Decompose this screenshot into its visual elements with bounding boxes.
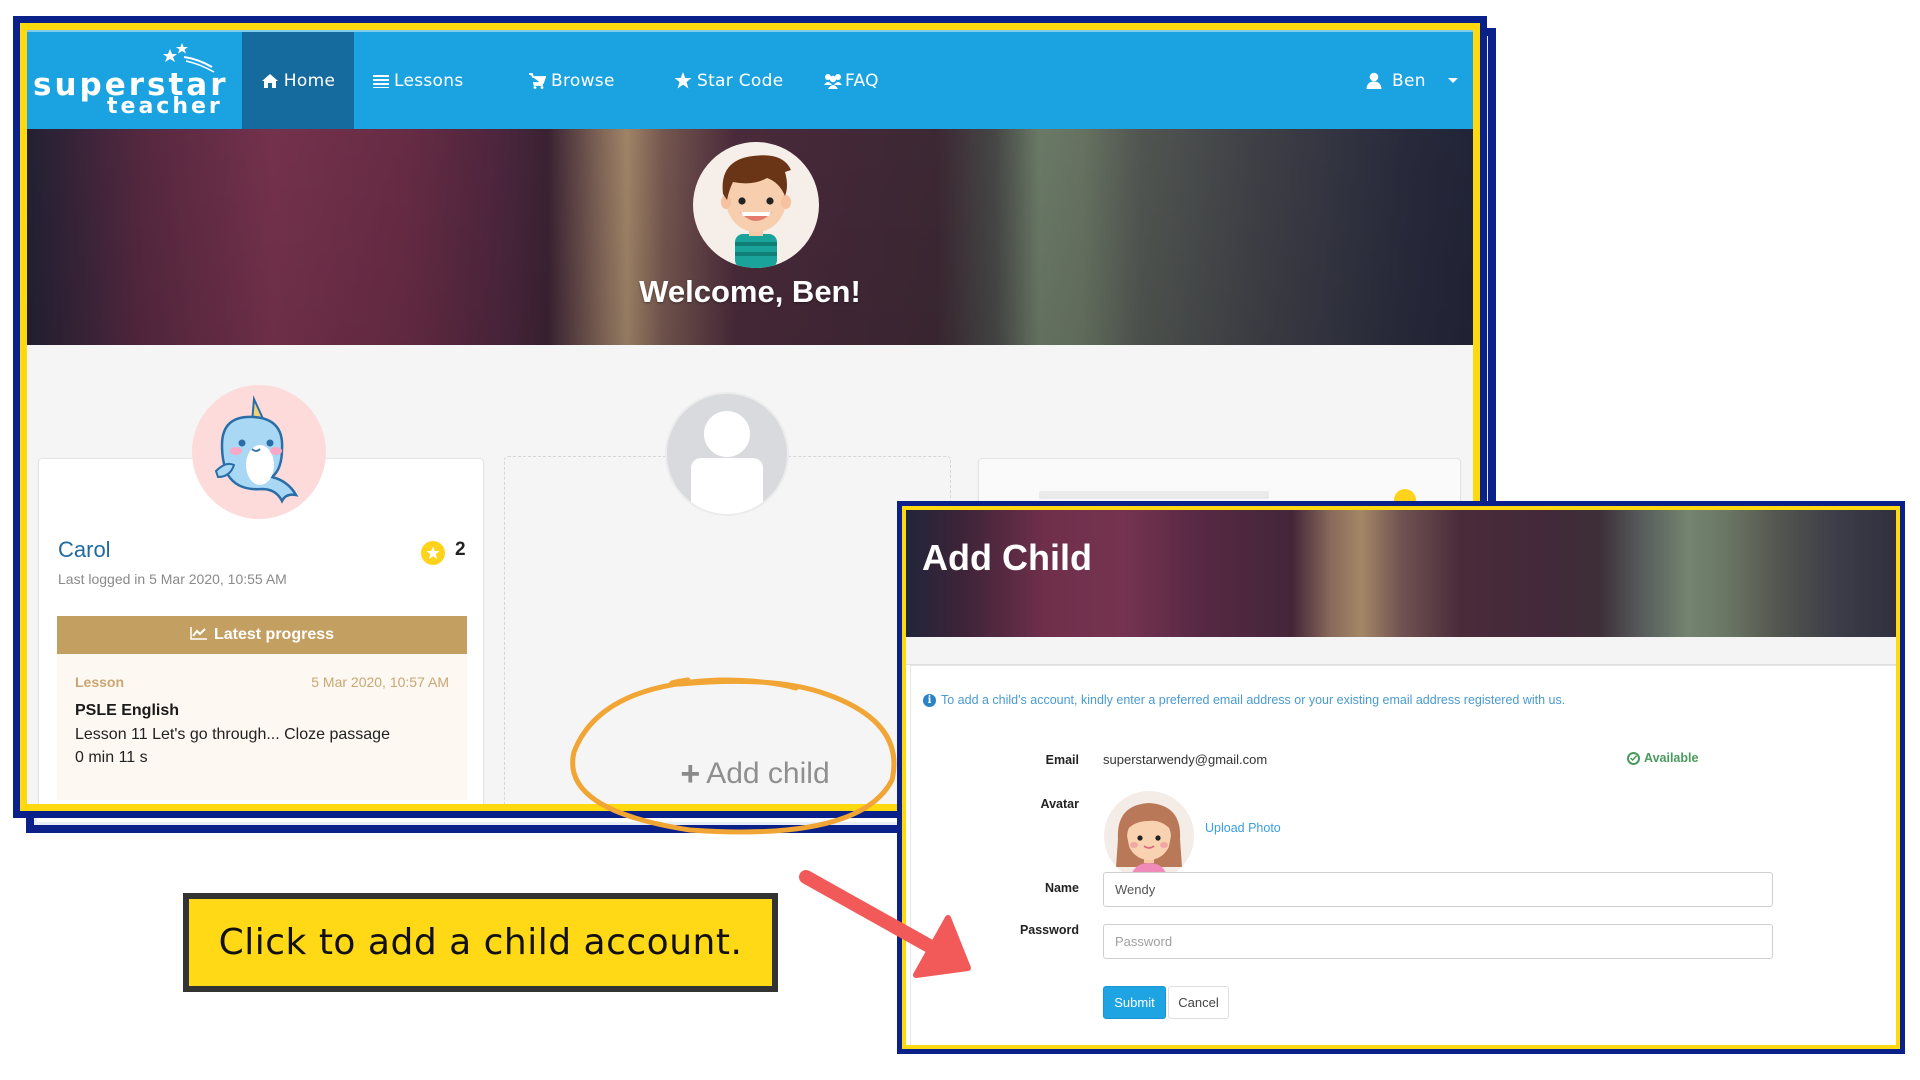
info-message: i To add a child's account, kindly enter… <box>923 693 1565 707</box>
progress-course: PSLE English <box>75 702 180 719</box>
list-icon <box>373 74 389 88</box>
star-coin-icon <box>421 541 445 565</box>
nav-star-code-label: Star Code <box>697 70 784 91</box>
child-avatar-narwhal[interactable] <box>192 385 326 519</box>
avatar-label: Avatar <box>1040 797 1079 811</box>
cancel-button[interactable]: Cancel <box>1168 986 1229 1019</box>
top-navbar: superstar teacher Home Lessons Browse St… <box>27 30 1473 129</box>
chart-line-icon <box>190 626 208 645</box>
latest-progress-header: Latest progress <box>57 616 467 654</box>
chevron-down-icon <box>1447 78 1458 83</box>
email-label: Email <box>1045 753 1079 767</box>
user-icon <box>1366 72 1382 89</box>
nav-faq-label: FAQ <box>845 70 879 91</box>
placeholder-avatar <box>665 392 789 516</box>
add-child-button[interactable]: + Add child <box>655 754 855 794</box>
modal-title: Add Child <box>922 537 1092 578</box>
nav-browse-label: Browse <box>551 70 615 91</box>
nav-home-label: Home <box>283 70 336 91</box>
welcome-banner: Welcome, Ben! <box>27 129 1473 345</box>
password-input[interactable] <box>1103 924 1773 959</box>
add-child-label: Add child <box>706 757 830 790</box>
star-count: 2 <box>455 539 466 560</box>
add-child-form: i To add a child's account, kindly enter… <box>910 665 1896 1045</box>
email-value: superstarwendy@gmail.com <box>1103 752 1268 767</box>
logo-text-teacher: teacher <box>107 94 223 119</box>
info-icon: i <box>923 693 936 707</box>
superstar-teacher-logo[interactable]: superstar teacher <box>27 32 242 129</box>
nav-faq[interactable]: FAQ <box>823 32 879 129</box>
nav-lessons-label: Lessons <box>394 70 464 91</box>
arrow-annotation <box>799 870 971 978</box>
progress-date: 5 Mar 2020, 10:57 AM <box>311 674 449 690</box>
info-text: To add a child's account, kindly enter a… <box>941 693 1566 707</box>
plus-icon: + <box>680 755 701 793</box>
name-input[interactable] <box>1103 872 1773 907</box>
user-name: Ben <box>1392 70 1426 91</box>
progress-time-spent: 0 min 11 s <box>75 749 148 766</box>
nav-star-code[interactable]: Star Code <box>674 32 784 129</box>
progress-type: Lesson <box>75 674 125 690</box>
modal-banner: Add Child <box>906 510 1896 637</box>
progress-lesson: Lesson 11 Let's go through... Cloze pass… <box>75 726 390 743</box>
child-avatar-girl[interactable] <box>1104 791 1194 881</box>
users-icon <box>823 73 843 89</box>
nav-home[interactable]: Home <box>242 32 354 129</box>
nav-browse[interactable]: Browse <box>528 32 615 129</box>
user-menu[interactable]: Ben <box>1366 32 1458 129</box>
latest-progress-label: Latest progress <box>213 626 335 643</box>
last-login: Last logged in 5 Mar 2020, 10:55 AM <box>58 571 287 587</box>
parent-avatar[interactable] <box>693 142 819 268</box>
child-name[interactable]: Carol <box>58 537 111 563</box>
home-icon <box>261 73 279 89</box>
nav-lessons[interactable]: Lessons <box>373 32 463 129</box>
check-circle-icon <box>1627 751 1640 765</box>
email-status: Available <box>1627 751 1698 765</box>
welcome-heading: Welcome, Ben! <box>639 274 861 309</box>
star-icon <box>674 72 692 89</box>
instruction-text: Click to add a child account. <box>218 922 743 963</box>
instruction-callout: Click to add a child account. <box>183 893 778 992</box>
add-child-modal: Add Child i To add a child's account, ki… <box>897 501 1905 1054</box>
submit-button[interactable]: Submit <box>1103 986 1166 1019</box>
upload-photo-link[interactable]: Upload Photo <box>1205 821 1281 835</box>
latest-progress-item[interactable]: Lesson 5 Mar 2020, 10:57 AM PSLE English… <box>57 654 467 800</box>
email-status-label: Available <box>1644 751 1699 765</box>
cart-icon <box>528 72 546 89</box>
